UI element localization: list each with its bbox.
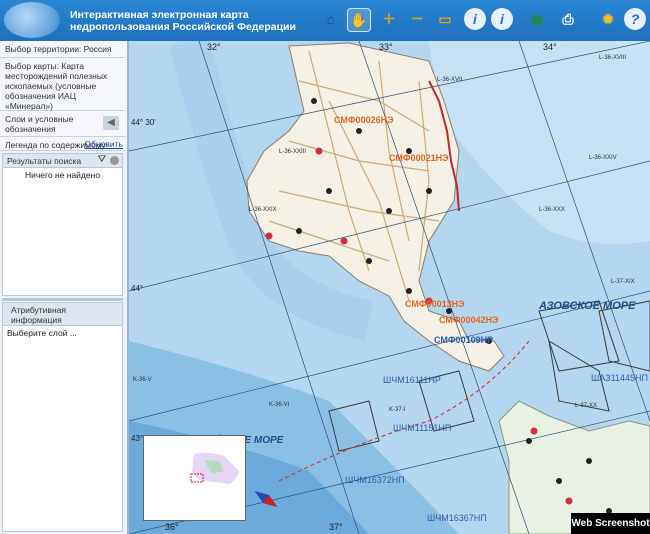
settings-icon[interactable]: ✹	[597, 8, 619, 30]
globe-icon[interactable]: ◍	[526, 8, 548, 30]
layers-panel-button[interactable]: Слои и условные обозначения ◀	[0, 111, 125, 137]
attribute-info-header: Атрибутивная информация	[2, 302, 123, 326]
license-label: ШЧМ11151НП	[393, 423, 451, 433]
grid-sheet-label: L-37-XIX	[611, 279, 635, 285]
license-label: СМФ00021НЭ	[389, 153, 449, 163]
sidebar: Выбор территории: Россия Выбор карты: Ка…	[0, 41, 129, 534]
globe-logo-icon	[4, 2, 60, 38]
license-label: СМФ00013НЭ	[405, 299, 465, 309]
clear-icon[interactable]	[110, 156, 119, 165]
zoom-out-icon[interactable]: －	[406, 8, 428, 30]
grid-sheet-label: L-36-XXIV	[589, 155, 617, 161]
app-title-line2: недропользования Российской Федерации	[70, 21, 296, 33]
grid-sheet-label: K-37-I	[389, 407, 406, 413]
license-label: ШЧМ16111НР	[383, 375, 441, 385]
sea-label-azov: АЗОВСКОЕ МОРЕ	[538, 300, 636, 312]
map-canvas[interactable]: 32° 33° 34° 44° 30' 44° 43° 30' 36° 37° …	[129, 41, 650, 534]
grid-sheet-label: L-36-XXIII	[279, 149, 306, 155]
coord-label: 32°	[207, 42, 221, 52]
coord-label: 37°	[329, 522, 343, 532]
grid-sheet-label: L-36-XVII	[437, 77, 463, 83]
grid-sheet-label: L-36-XXIX	[249, 207, 277, 213]
territory-selector[interactable]: Выбор территории: Россия	[0, 41, 125, 58]
zoom-in-icon[interactable]: ＋	[378, 8, 400, 30]
license-label: ШЧМ16367НП	[427, 513, 487, 523]
info-icon[interactable]: i	[464, 8, 486, 30]
layers-label: Слои и условные обозначения	[5, 114, 74, 134]
measure-icon[interactable]: ▭	[434, 8, 456, 30]
collapse-arrow-icon[interactable]: ◀	[103, 116, 119, 130]
search-results-title: Результаты поиска	[7, 156, 82, 166]
search-empty-text: Ничего не найдено	[24, 170, 101, 180]
legend-row: Легенда по содержимому Обновить	[0, 137, 125, 151]
help-icon[interactable]: ?	[624, 8, 646, 30]
grid-sheet-label: K-36-VI	[269, 402, 290, 408]
search-results-body: Ничего не найдено	[2, 168, 123, 296]
map-selector[interactable]: Выбор карты: Карта месторождений полезны…	[0, 58, 125, 111]
license-label: ШЧМ16372НП	[345, 475, 405, 485]
attribute-info-body: Выберите слой ...	[2, 326, 123, 532]
app-header: Интерактивная электронная карта недропол…	[0, 0, 650, 41]
attribute-prompt: Выберите слой ...	[7, 328, 77, 338]
filter-icon[interactable]: ⛛	[98, 155, 106, 165]
watermark: Web Screenshot	[571, 513, 650, 534]
coord-label: 44° 30'	[131, 118, 156, 127]
license-label: СМФ00109НР	[434, 335, 493, 345]
coord-label: 33°	[379, 42, 393, 52]
grid-sheet-label: L-36-XVIII	[599, 55, 626, 61]
app-title: Интерактивная электронная карта недропол…	[70, 9, 330, 33]
panel-splitter[interactable]	[2, 298, 123, 301]
grid-sheet-label: L-36-XXX	[539, 207, 565, 213]
grid-sheet-label: K-36-V	[133, 377, 152, 383]
info-alt-icon[interactable]: i	[491, 8, 513, 30]
license-label: СМФ00026НЭ	[334, 115, 394, 125]
coord-label: 44°	[131, 284, 143, 293]
app-title-line1: Интерактивная электронная карта	[70, 9, 249, 21]
coord-label: 36°	[165, 522, 179, 532]
license-label: СМФ00042НЭ	[439, 315, 499, 325]
overview-map[interactable]	[143, 435, 246, 521]
search-results-header: Результаты поиска ⛛	[2, 153, 123, 168]
grid-sheet-label: L-37-XX	[575, 403, 597, 409]
overview-map-drawing	[190, 452, 239, 484]
license-label: ШАЗ11445НП	[591, 373, 648, 383]
home-icon[interactable]: ⌂	[320, 8, 342, 30]
refresh-link[interactable]: Обновить	[85, 139, 124, 149]
pan-hand-icon[interactable]: ✋	[347, 8, 371, 32]
coord-label: 34°	[543, 42, 557, 52]
print-icon[interactable]: ⎙	[557, 8, 579, 30]
